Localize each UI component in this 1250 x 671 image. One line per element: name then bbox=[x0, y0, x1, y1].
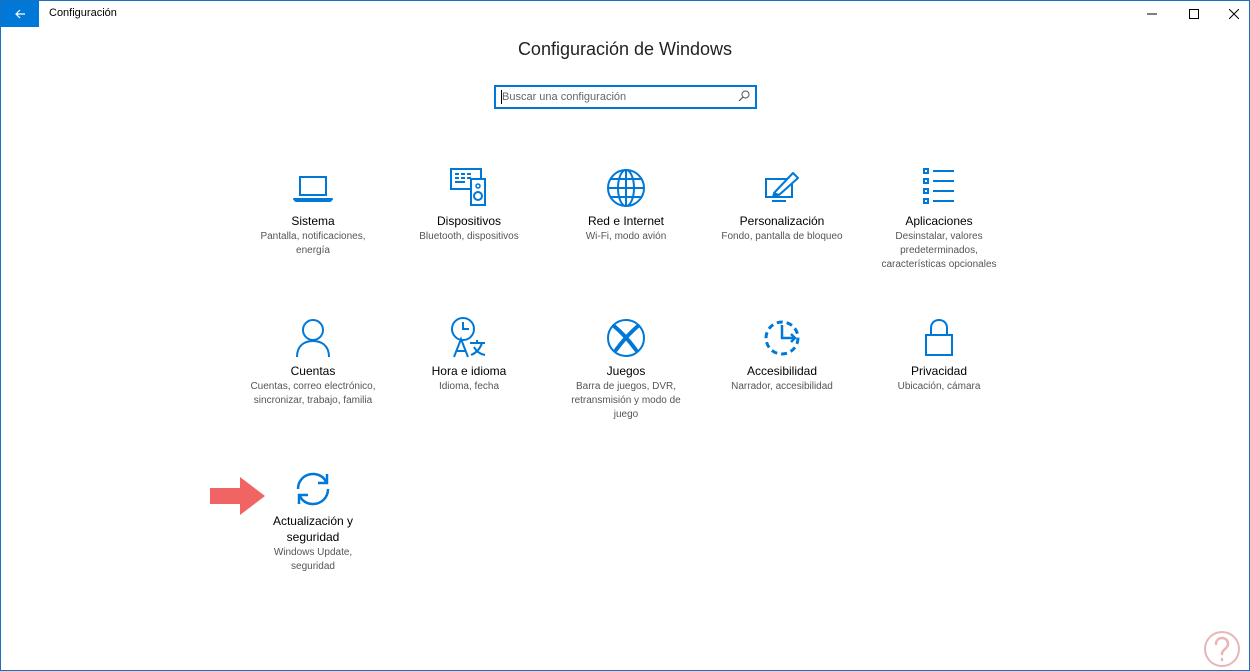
close-button[interactable] bbox=[1211, 1, 1250, 27]
tile-label: Cuentas bbox=[290, 364, 336, 378]
watermark-logo-icon bbox=[1204, 631, 1240, 667]
pointer-arrow-icon bbox=[210, 477, 265, 515]
xbox-icon bbox=[607, 319, 645, 357]
back-button[interactable] bbox=[1, 1, 39, 27]
title-bar: Configuración bbox=[1, 1, 1249, 27]
tile-description: Cuentas, correo electrónico, sincronizar… bbox=[250, 381, 376, 406]
tile-description: Windows Update, seguridad bbox=[273, 547, 353, 572]
devices-icon bbox=[450, 168, 486, 206]
search-box[interactable] bbox=[494, 85, 757, 109]
tile-description: Desinstalar, valores predeterminados, ca… bbox=[881, 231, 997, 270]
tile-description: Bluetooth, dispositivos bbox=[419, 231, 519, 242]
tile-label: Privacidad bbox=[910, 364, 968, 378]
tile-label: Hora e idioma bbox=[431, 364, 507, 378]
tile-label: Dispositivos bbox=[436, 214, 502, 228]
window-title: Configuración bbox=[49, 7, 117, 19]
tile-label: Accesibilidad bbox=[746, 364, 818, 378]
tile-aplicaciones[interactable]: Aplicaciones Desinstalar, valores predet… bbox=[869, 165, 1009, 272]
globe-icon bbox=[607, 169, 645, 207]
back-arrow-icon bbox=[15, 9, 25, 19]
tile-juegos[interactable]: Juegos Barra de juegos, DVR, retransmisi… bbox=[556, 315, 696, 422]
search-icon[interactable] bbox=[738, 90, 750, 102]
page-title: Configuración de Windows bbox=[517, 39, 733, 59]
tile-label: Personalización bbox=[739, 214, 825, 228]
tile-cuentas[interactable]: Cuentas Cuentas, correo electrónico, sin… bbox=[243, 315, 383, 408]
maximize-icon bbox=[1189, 9, 1199, 19]
time-language-icon bbox=[451, 317, 486, 358]
tile-privacidad[interactable]: Privacidad Ubicación, cámara bbox=[869, 315, 1009, 394]
minimize-icon bbox=[1147, 13, 1157, 15]
laptop-icon bbox=[293, 176, 333, 202]
tile-accesibilidad[interactable]: Accesibilidad Narrador, accesibilidad bbox=[712, 315, 852, 394]
person-icon bbox=[296, 319, 330, 358]
tile-dispositivos[interactable]: Dispositivos Bluetooth, dispositivos bbox=[399, 165, 539, 244]
close-icon bbox=[1229, 9, 1239, 19]
ease-of-access-icon bbox=[764, 320, 800, 356]
tile-label: Sistema bbox=[291, 214, 335, 228]
tile-hora-idioma[interactable]: Hora e idioma Idioma, fecha bbox=[399, 315, 539, 394]
minimize-button[interactable] bbox=[1129, 1, 1175, 27]
tile-label: Actualización y seguridad bbox=[272, 514, 354, 544]
tile-description: Pantalla, notificaciones, energía bbox=[260, 231, 366, 256]
tile-description: Wi-Fi, modo avión bbox=[585, 231, 667, 242]
tile-label: Juegos bbox=[606, 364, 646, 378]
tile-description: Narrador, accesibilidad bbox=[731, 381, 833, 392]
tile-personalizacion[interactable]: Personalización Fondo, pantalla de bloqu… bbox=[712, 165, 852, 244]
lock-icon bbox=[925, 318, 953, 356]
apps-list-icon bbox=[923, 168, 954, 204]
tile-description: Fondo, pantalla de bloqueo bbox=[721, 231, 843, 242]
sync-icon bbox=[296, 472, 330, 506]
paint-icon bbox=[765, 172, 799, 202]
tile-description: Barra de juegos, DVR, retransmisión y mo… bbox=[571, 381, 681, 420]
settings-window: Configuración Configuración de Windows B… bbox=[0, 0, 1250, 671]
tile-sistema[interactable]: Sistema Pantalla, notificaciones, energí… bbox=[243, 165, 383, 258]
tile-description: Idioma, fecha bbox=[438, 381, 500, 392]
search-input[interactable] bbox=[502, 89, 730, 105]
tile-label: Aplicaciones bbox=[905, 214, 973, 228]
tile-description: Ubicación, cámara bbox=[897, 381, 981, 392]
tile-label: Red e Internet bbox=[587, 214, 665, 228]
tile-red-internet[interactable]: Red e Internet Wi-Fi, modo avión bbox=[556, 165, 696, 244]
